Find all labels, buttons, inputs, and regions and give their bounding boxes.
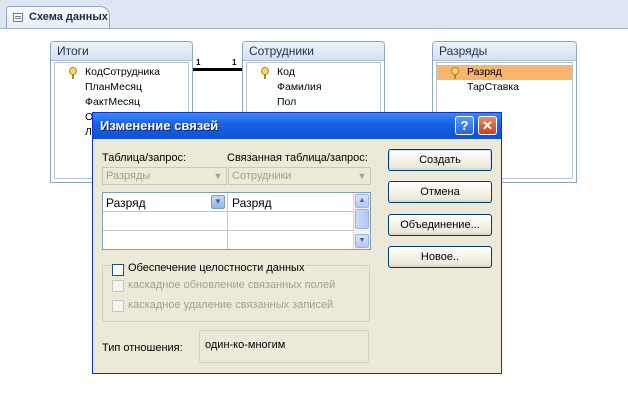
tab-label: Схема данных (29, 11, 108, 23)
integrity-group: Обеспечение целостности данных каскадное… (102, 262, 370, 322)
document-tab-strip: Схема данных (0, 0, 628, 29)
cascade-update-checkbox (112, 280, 124, 292)
integrity-label[interactable]: Обеспечение целостности данных (126, 262, 307, 274)
chevron-down-icon: ▼ (357, 171, 367, 181)
help-button[interactable]: ? (455, 116, 474, 135)
dialog-titlebar[interactable]: Изменение связей ? ✕ (93, 113, 501, 139)
primary-key-icon (261, 67, 271, 79)
chevron-down-icon[interactable]: ▼ (211, 195, 225, 209)
cascade-update-label: каскадное обновление связанных полей (128, 279, 336, 291)
field-item[interactable]: КодСотрудника (55, 65, 188, 80)
field-item[interactable]: ПланМесяц (55, 80, 188, 95)
scroll-down-icon[interactable]: ▼ (355, 234, 369, 248)
field-item[interactable]: Пол (247, 95, 380, 110)
field-list-title[interactable]: Итоги (51, 42, 192, 61)
cascade-delete-label: каскадное удаление связанных записей (128, 299, 334, 311)
relation-type-value: один-ко-многим (205, 339, 286, 351)
left-field-cell[interactable]: Разряд (106, 194, 146, 212)
grid-scrollbar[interactable]: ▲ ▼ (353, 193, 370, 249)
field-list-title[interactable]: Разряды (433, 42, 576, 61)
create-button[interactable]: Создать (388, 149, 492, 171)
field-item[interactable]: Фамилия (247, 80, 380, 95)
relation-cardinality-right: 1 (232, 58, 237, 67)
field-item[interactable]: ТарСтавка (437, 80, 572, 95)
close-button[interactable]: ✕ (478, 116, 497, 135)
relationships-icon (13, 13, 23, 22)
table-query-label: Таблица/запрос: (102, 152, 187, 164)
dialog-title: Изменение связей (100, 118, 219, 133)
tab-schema[interactable]: Схема данных (6, 6, 110, 28)
new-button[interactable]: Новое.. (388, 246, 492, 268)
related-table-label: Связанная таблица/запрос: (227, 152, 368, 164)
join-type-button[interactable]: Объединение... (388, 214, 492, 236)
field-item-selected[interactable]: Разряд (437, 65, 572, 80)
grid-divider (227, 193, 228, 249)
field-item[interactable]: Код (247, 65, 380, 80)
field-mapping-grid[interactable]: Разряд ▼ Разряд ▲ ▼ (102, 192, 371, 250)
edit-relationships-dialog: Изменение связей ? ✕ Таблица/запрос: Свя… (92, 112, 502, 374)
relation-type-label: Тип отношения: (102, 342, 183, 354)
primary-key-icon (451, 67, 461, 79)
relationship-line[interactable] (193, 68, 242, 71)
cascade-delete-checkbox (112, 300, 124, 312)
grid-divider (103, 230, 354, 231)
scroll-up-icon[interactable]: ▲ (355, 194, 369, 208)
integrity-checkbox[interactable] (112, 264, 124, 276)
related-table-select: Сотрудники ▼ (228, 167, 371, 185)
relation-type-box: один-ко-многим (199, 330, 369, 363)
chevron-down-icon: ▼ (213, 171, 223, 181)
relation-cardinality-left: 1 (196, 58, 201, 67)
table-select: Разряды ▼ (102, 167, 227, 185)
scroll-thumb[interactable] (355, 209, 369, 229)
field-item[interactable]: ФактМесяц (55, 95, 188, 110)
cancel-button[interactable]: Отмена (388, 181, 492, 203)
primary-key-icon (69, 67, 79, 79)
right-field-cell[interactable]: Разряд (232, 194, 272, 212)
field-list-title[interactable]: Сотрудники (243, 42, 384, 61)
